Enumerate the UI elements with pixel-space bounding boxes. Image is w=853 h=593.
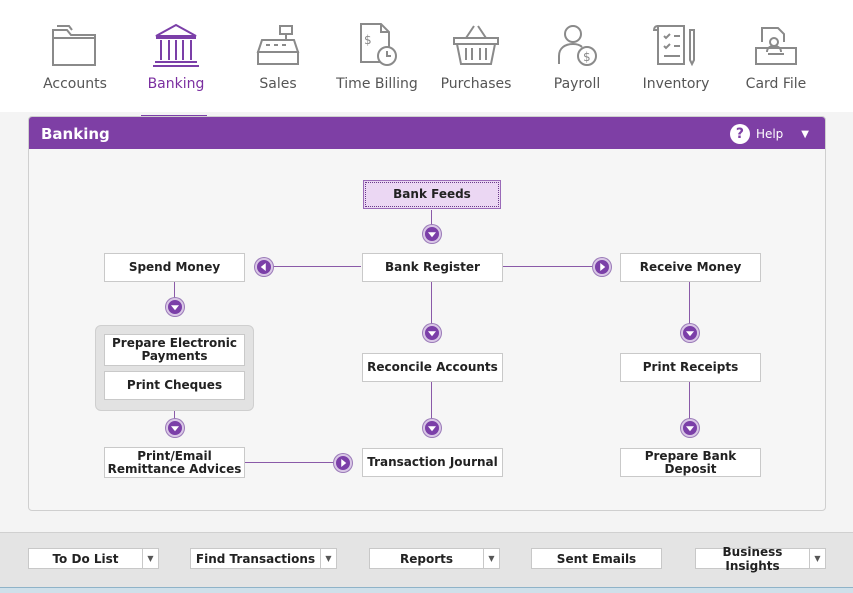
button-label: Sent Emails	[556, 551, 637, 566]
prepare-electronic-payments-button[interactable]: Prepare Electronic Payments	[104, 334, 245, 366]
nav-purchases[interactable]: Purchases	[426, 20, 526, 110]
button-label: To Do List	[52, 551, 119, 566]
connector-line	[689, 282, 690, 325]
clipboard-icon	[652, 25, 695, 67]
business-insights-button[interactable]: Business Insights ▼	[695, 545, 826, 573]
nav-label: Time Billing	[336, 76, 418, 92]
button-label: Business Insights	[722, 544, 783, 573]
prepare-bank-deposit-button[interactable]: Prepare Bank Deposit	[620, 448, 761, 477]
arrow-down-icon	[681, 419, 699, 437]
find-transactions-button[interactable]: Find Transactions ▼	[190, 548, 337, 569]
connector-line	[689, 382, 690, 419]
folder-icon	[52, 25, 96, 66]
button-label: Find Transactions	[195, 551, 316, 566]
arrow-down-icon	[166, 298, 184, 316]
time-billing-icon: $	[360, 23, 397, 66]
card-file-icon	[755, 27, 797, 65]
arrow-down-icon	[423, 324, 441, 342]
module-navigation: Accounts Banking Sales $ Time Billing Pu…	[0, 0, 853, 118]
print-email-remittance-advices-button[interactable]: Print/Email Remittance Advices	[104, 447, 245, 478]
cash-register-icon	[256, 25, 300, 65]
arrow-down-icon	[166, 419, 184, 437]
bank-icon	[153, 23, 199, 67]
print-cheques-button[interactable]: Print Cheques	[104, 371, 245, 400]
svg-text:$: $	[583, 50, 591, 64]
arrow-down-icon	[423, 225, 441, 243]
connector-line	[503, 266, 595, 267]
print-receipts-button[interactable]: Print Receipts	[620, 353, 761, 382]
nav-label: Banking	[147, 76, 205, 92]
bank-register-button[interactable]: Bank Register	[362, 253, 503, 282]
bank-feeds-button[interactable]: Bank Feeds	[363, 180, 501, 209]
reports-button[interactable]: Reports ▼	[369, 548, 500, 569]
chevron-down-icon: ▼	[801, 128, 809, 140]
panel-header: Banking ? Help ▼	[29, 117, 825, 149]
spend-money-button[interactable]: Spend Money	[104, 253, 245, 282]
payroll-person-icon: $	[558, 25, 597, 66]
nav-label: Inventory	[642, 76, 710, 92]
arrow-down-icon	[423, 419, 441, 437]
basket-icon	[453, 25, 499, 65]
chevron-down-icon[interactable]: ▼	[809, 549, 825, 568]
svg-text:$: $	[364, 33, 372, 47]
arrow-right-icon	[593, 258, 611, 276]
nav-label: Accounts	[43, 76, 107, 92]
help-icon: ?	[729, 124, 750, 144]
sent-emails-button[interactable]: Sent Emails	[531, 548, 662, 569]
arrow-down-icon	[681, 324, 699, 342]
connector-line	[431, 282, 432, 325]
panel-title: Banking	[41, 125, 110, 143]
connector-line	[431, 382, 432, 419]
connector-line	[245, 462, 345, 463]
bottom-toolbar: To Do List ▼ Find Transactions ▼ Reports…	[0, 532, 853, 587]
arrow-right-icon	[334, 454, 352, 472]
receive-money-button[interactable]: Receive Money	[620, 253, 761, 282]
nav-accounts[interactable]: Accounts	[25, 20, 125, 110]
nav-label: Sales	[259, 76, 297, 92]
nav-label: Payroll	[553, 76, 601, 92]
nav-sales[interactable]: Sales	[228, 20, 328, 110]
nav-banking[interactable]: Banking	[126, 20, 226, 118]
arrow-left-icon	[255, 258, 273, 276]
connector-line	[273, 266, 361, 267]
status-strip	[0, 587, 853, 593]
nav-card-file[interactable]: Card File	[726, 20, 826, 110]
transaction-journal-button[interactable]: Transaction Journal	[362, 448, 503, 477]
chevron-down-icon[interactable]: ▼	[483, 549, 499, 568]
banking-panel: Banking ? Help ▼ Bank Feeds Spend Money …	[28, 116, 826, 511]
nav-payroll[interactable]: $ Payroll	[527, 20, 627, 110]
connector-line	[174, 411, 175, 419]
nav-inventory[interactable]: Inventory	[626, 20, 726, 110]
to-do-list-button[interactable]: To Do List ▼	[28, 548, 159, 569]
reconcile-accounts-button[interactable]: Reconcile Accounts	[362, 353, 503, 382]
help-label: Help	[755, 127, 784, 141]
chevron-down-icon[interactable]: ▼	[320, 549, 336, 568]
help-menu[interactable]: ? Help ▼	[729, 124, 809, 144]
nav-time-billing[interactable]: $ Time Billing	[327, 20, 427, 110]
chevron-down-icon[interactable]: ▼	[142, 549, 158, 568]
button-label: Reports	[399, 551, 453, 566]
nav-label: Card File	[745, 76, 807, 92]
nav-label: Purchases	[440, 76, 512, 92]
